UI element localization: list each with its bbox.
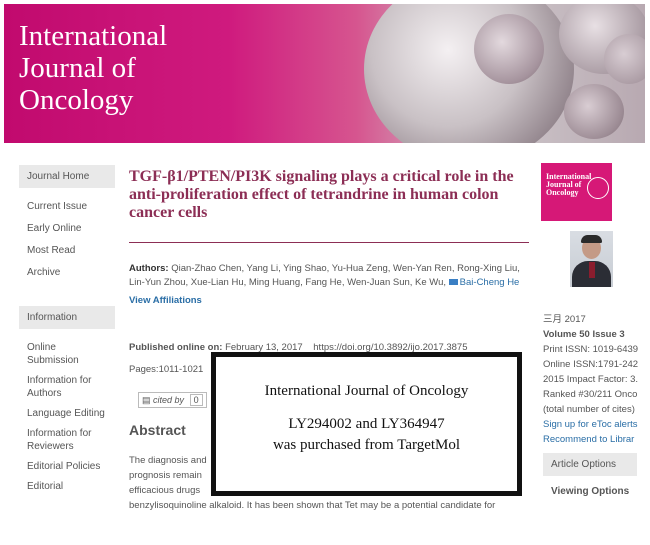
article-main: TGF-β1/PTEN/PI3K signaling plays a criti…: [129, 168, 529, 222]
sidebar-information-header: Information: [19, 306, 115, 329]
cites-note: (total number of cites): [543, 404, 635, 415]
title-divider: [129, 242, 529, 243]
print-issn: Print ISSN: 1019-6439: [543, 344, 639, 355]
cell-image: [364, 4, 574, 143]
editor-photo-hair: [581, 235, 602, 243]
authors-label: Authors:: [129, 263, 169, 274]
viewing-options[interactable]: Viewing Options: [551, 486, 629, 497]
cited-by-widget[interactable]: ▤ cited by 0: [138, 392, 207, 408]
impact-factor: 2015 Impact Factor: 3.: [543, 374, 639, 385]
cell-image: [604, 34, 645, 84]
right-panel: International Journal of Oncology 三月 201…: [541, 163, 650, 497]
cell-image: [474, 14, 544, 84]
article-title: TGF-β1/PTEN/PI3K signaling plays a criti…: [129, 168, 514, 221]
cover-title: International Journal of Oncology: [546, 172, 592, 197]
ranking: Ranked #30/211 Onco: [543, 389, 638, 400]
etoc-alerts-link[interactable]: Sign up for eToc alerts: [543, 418, 638, 431]
authors-block: Authors: Qian-Zhao Chen, Yang Li, Ying S…: [129, 262, 529, 308]
recommend-library-link[interactable]: Recommend to Librar: [543, 433, 634, 446]
cited-by-count: 0: [189, 394, 203, 406]
journal-logo-title[interactable]: International Journal of Oncology: [19, 20, 167, 116]
sidebar-item-most-read[interactable]: Most Read: [27, 244, 107, 257]
published-label: Published online on:: [129, 342, 223, 353]
cell-image: [564, 84, 624, 139]
product-overlay-box: International Journal of Oncology LY2940…: [211, 352, 522, 496]
abstract-line: benzylisoquinoline alkaloid. It has been…: [129, 500, 496, 511]
sidebar-item-online-submission[interactable]: Online Submission: [27, 341, 107, 367]
editor-photo-tie: [589, 262, 595, 278]
cited-by-icon: ▤: [142, 395, 151, 405]
cited-by-label: cited by: [153, 395, 185, 405]
sidebar-item-info-authors[interactable]: Information for Authors: [27, 374, 107, 400]
view-affiliations-link[interactable]: View Affiliations: [129, 295, 202, 306]
issue-date: 三月 2017: [543, 314, 586, 325]
issue-volume[interactable]: Volume 50 Issue 3: [543, 328, 625, 341]
sidebar-information: Information Online Submission Informatio…: [19, 306, 115, 500]
sidebar-item-editorial-policies[interactable]: Editorial Policies: [27, 460, 107, 473]
journal-title-line: International: [19, 20, 168, 52]
sidebar-journal-home[interactable]: Journal Home: [19, 165, 115, 188]
overlay-compounds: LY294002 and LY364947: [288, 416, 445, 432]
online-issn: Online ISSN:1791-242: [543, 359, 639, 370]
sidebar-item-early-online[interactable]: Early Online: [27, 222, 107, 235]
corresponding-author[interactable]: Bai-Cheng He: [460, 277, 520, 288]
overlay-journal-name: International Journal of Oncology: [264, 383, 469, 399]
overlay-supplier: was purchased from TargetMol: [272, 437, 461, 453]
sidebar-item-current-issue[interactable]: Current Issue: [27, 200, 107, 213]
email-icon[interactable]: [448, 279, 458, 286]
sidebar-item-editorial[interactable]: Editorial: [27, 480, 107, 493]
journal-banner: International Journal of Oncology: [4, 4, 645, 143]
journal-emblem-icon: [587, 177, 609, 199]
sidebar-item-language-editing[interactable]: Language Editing: [27, 407, 107, 420]
abstract-heading: Abstract: [129, 422, 186, 438]
journal-title-line: Journal of: [19, 52, 136, 84]
editor-photo: [570, 231, 613, 287]
pages-info: Pages:1011-1021: [129, 364, 204, 375]
sidebar-item-info-reviewers[interactable]: Information for Reviewers: [27, 427, 107, 453]
sidebar-item-archive[interactable]: Archive: [27, 266, 107, 279]
journal-title-line: Oncology: [19, 84, 134, 116]
sidebar-nav: Journal Home Current Issue Early Online …: [19, 165, 115, 288]
article-options-header: Article Options: [543, 453, 637, 476]
journal-cover[interactable]: International Journal of Oncology: [541, 163, 612, 221]
